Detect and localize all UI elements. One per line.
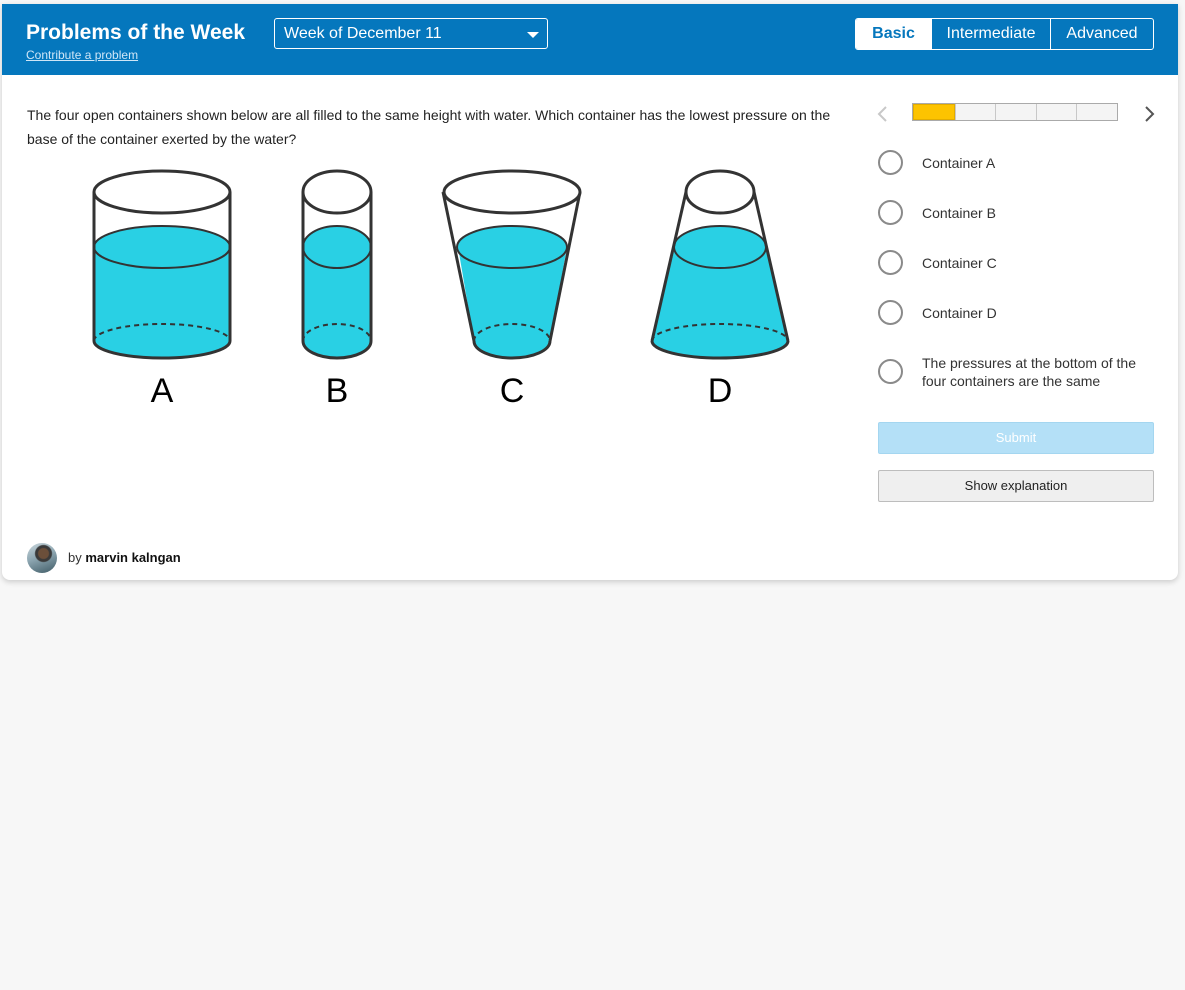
label-a: A <box>151 372 174 410</box>
submit-button[interactable]: Submit <box>878 422 1154 454</box>
progress-segment <box>1076 104 1117 120</box>
contribute-link[interactable]: Contribute a problem <box>26 48 138 62</box>
chevron-right-icon[interactable] <box>1139 104 1159 124</box>
option-label: Container A <box>922 155 996 171</box>
option-container-a[interactable]: Container A <box>878 150 1158 176</box>
option-label: Container B <box>922 205 996 221</box>
containers-figure: A B C D <box>92 169 790 410</box>
chevron-left-icon[interactable] <box>873 104 893 124</box>
container-a <box>92 169 232 360</box>
option-container-d[interactable]: Container D <box>878 300 1158 326</box>
problem-card: Problems of the Week Contribute a proble… <box>2 4 1178 580</box>
option-label: Container D <box>922 305 997 321</box>
option-container-c[interactable]: Container C <box>878 250 1158 276</box>
page-title: Problems of the Week <box>26 21 246 44</box>
container-c <box>441 169 582 360</box>
author-prefix: by <box>68 550 82 565</box>
option-pressures-same[interactable]: The pressures at the bottom of the four … <box>878 355 1158 395</box>
question-text: The four open containers shown below are… <box>27 107 831 147</box>
radio-button[interactable] <box>878 150 903 175</box>
tab-advanced[interactable]: Advanced <box>1050 19 1153 49</box>
progress-segment <box>913 104 955 120</box>
label-b: B <box>326 372 349 410</box>
radio-button[interactable] <box>878 250 903 275</box>
label-c: C <box>500 372 525 410</box>
progress-segment <box>1035 104 1077 120</box>
option-label: The pressures at the bottom of the four … <box>922 355 1137 389</box>
option-label: Container C <box>922 255 997 271</box>
container-b <box>301 169 373 360</box>
progress-segment <box>995 104 1036 120</box>
progress-bar <box>912 103 1118 121</box>
avatar[interactable] <box>27 543 57 573</box>
container-d <box>650 169 790 360</box>
radio-button[interactable] <box>878 359 903 384</box>
radio-button[interactable] <box>878 200 903 225</box>
author-byline: by marvin kalngan <box>68 550 181 565</box>
header-bar: Problems of the Week Contribute a proble… <box>2 4 1178 75</box>
progress-segment <box>954 104 996 120</box>
caret-down-icon <box>527 32 539 38</box>
author-name[interactable]: marvin kalngan <box>85 550 180 565</box>
radio-button[interactable] <box>878 300 903 325</box>
label-d: D <box>708 372 733 410</box>
tab-intermediate[interactable]: Intermediate <box>931 19 1050 49</box>
level-tabs: Basic Intermediate Advanced <box>855 18 1154 50</box>
week-dropdown[interactable]: Week of December 11 <box>274 18 548 49</box>
week-dropdown-value: Week of December 11 <box>284 25 442 42</box>
tab-basic[interactable]: Basic <box>856 19 931 49</box>
option-container-b[interactable]: Container B <box>878 200 1158 226</box>
show-explanation-button[interactable]: Show explanation <box>878 470 1154 502</box>
